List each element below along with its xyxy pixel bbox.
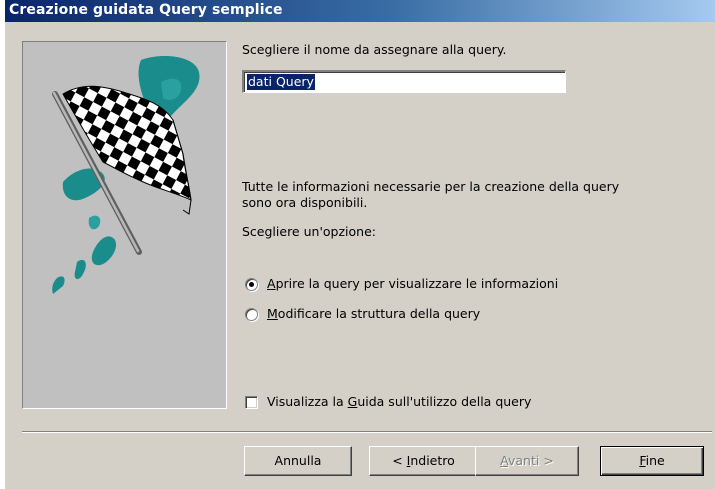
button-separator bbox=[22, 431, 712, 433]
open-query-option-label[interactable]: Aprire la query per visualizzare le info… bbox=[267, 276, 558, 292]
radio-selected-dot bbox=[249, 282, 254, 287]
query-name-value: dati Query bbox=[247, 74, 315, 90]
info-text-line-1: Tutte le informazioni necessarie per la … bbox=[242, 179, 620, 194]
back-button[interactable]: < Indietro bbox=[369, 446, 478, 476]
finish-button-label: Fine bbox=[639, 453, 665, 468]
cancel-button[interactable]: Annulla bbox=[244, 446, 352, 476]
back-button-label: < Indietro bbox=[392, 453, 455, 468]
wizard-image-panel bbox=[22, 41, 227, 409]
show-help-checkbox[interactable] bbox=[245, 396, 258, 409]
modify-query-radio[interactable] bbox=[245, 308, 258, 321]
query-name-prompt: Scegliere il nome da assegnare alla quer… bbox=[242, 42, 507, 57]
next-button[interactable]: Avanti > bbox=[475, 446, 579, 476]
open-query-radio[interactable] bbox=[245, 278, 258, 291]
checkered-flag-icon bbox=[52, 56, 200, 294]
info-text-line-2: sono ora disponibili. bbox=[242, 195, 368, 210]
next-button-label: Avanti > bbox=[500, 453, 554, 468]
finish-button[interactable]: Fine bbox=[600, 446, 704, 476]
option-prompt: Scegliere un'opzione: bbox=[242, 224, 376, 239]
window-title: Creazione guidata Query semplice bbox=[9, 2, 283, 18]
cancel-button-label: Annulla bbox=[274, 453, 322, 468]
query-name-input[interactable]: dati Query bbox=[242, 70, 566, 93]
query-wizard-dialog: Creazione guidata Query semplice Sceglie… bbox=[4, 0, 715, 489]
modify-query-option-label[interactable]: Modificare la struttura della query bbox=[267, 306, 480, 322]
title-bar[interactable]: Creazione guidata Query semplice bbox=[5, 0, 715, 22]
show-help-label[interactable]: Visualizza la Guida sull'utilizzo della … bbox=[267, 394, 531, 410]
